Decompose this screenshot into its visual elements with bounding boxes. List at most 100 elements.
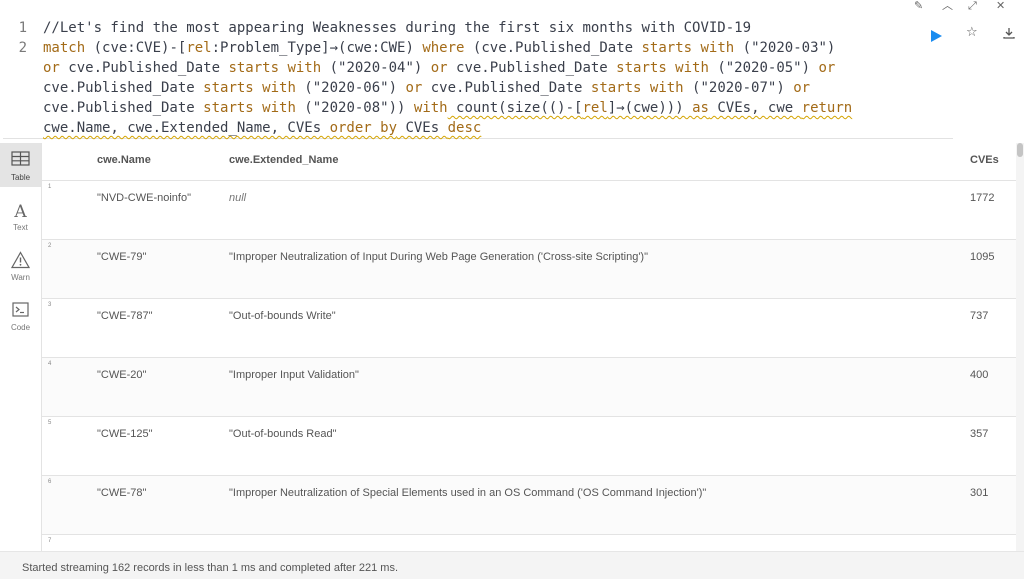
result-table: cwe.Name cwe.Extended_Name CVEs 1 "NVD-C… [42, 143, 1016, 551]
tok: (cve.Published_Date [464, 40, 642, 56]
fullscreen-icon[interactable]: ⤢ [968, 0, 977, 12]
column-header-cves[interactable]: CVEs [970, 154, 999, 166]
scrollbar-thumb[interactable] [1017, 143, 1023, 157]
close-icon[interactable]: ✕ [996, 0, 1005, 12]
kw: desc [447, 120, 482, 136]
row-index: 5 [48, 420, 52, 426]
code-icon [12, 302, 29, 317]
tok: ("2020-06") [295, 80, 406, 96]
tok: CVEs, cwe [708, 100, 802, 116]
row-index: 7 [48, 538, 52, 544]
cell-name: "CWE-79" [97, 251, 147, 263]
play-icon [931, 30, 942, 42]
view-tab-text[interactable]: A Text [0, 193, 41, 237]
kw: starts with [228, 60, 322, 76]
collapse-icon[interactable]: ︿ [942, 0, 953, 12]
tok: ]→(cwe))) [607, 100, 693, 116]
code-text: cwe.Name, cwe.Extended_Name, CVEs order … [43, 118, 481, 138]
view-tab-table[interactable]: Table [0, 143, 41, 187]
cell-name: "CWE-787" [97, 310, 153, 322]
tok: count(size(()-[ [447, 100, 583, 116]
table-icon [11, 151, 30, 166]
tok: :Problem_Type]→(cwe:CWE) [211, 40, 423, 56]
tok: ("2020-08")) [295, 100, 414, 116]
cell-extended-name: null [229, 192, 247, 204]
column-header-name[interactable]: cwe.Name [97, 154, 151, 166]
cell-extended-name: "Out-of-bounds Read" [229, 428, 337, 440]
star-icon: ☆ [966, 25, 978, 40]
status-bar: Started streaming 162 records in less th… [0, 551, 1024, 579]
pin-icon[interactable]: ✎ [914, 0, 923, 12]
row-index: 4 [48, 361, 52, 367]
table-row: 6 "CWE-78" "Improper Neutralization of S… [42, 476, 1016, 535]
view-tab-code[interactable]: Code [0, 293, 41, 337]
tok: ("2020-03") [734, 40, 836, 56]
tok: cve.Published_Date [43, 80, 204, 96]
text-icon: A [13, 202, 27, 221]
cell-cves: 400 [970, 369, 989, 381]
tok: cve.Published_Date [59, 60, 229, 76]
line-number: 1 [18, 20, 27, 36]
row-index: 1 [48, 184, 52, 190]
kw: starts with [616, 60, 709, 76]
cell-extended-name: "Improper Neutralization of Special Elem… [229, 487, 707, 499]
status-text: Started streaming 162 records in less th… [22, 562, 399, 574]
download-icon [1003, 28, 1015, 39]
column-header-extended-name[interactable]: cwe.Extended_Name [229, 154, 338, 166]
view-tab-label: Table [10, 173, 31, 182]
cell-cves: 1772 [970, 192, 995, 204]
kw: starts with [641, 40, 735, 56]
table-row: 5 "CWE-125" "Out-of-bounds Read" 357 [42, 417, 1016, 476]
frame-toolbar: ✎ ︿ ⤢ ✕ [904, 0, 1024, 14]
code-text: cve.Published_Date starts with ("2020-08… [43, 98, 852, 118]
cell-extended-name: "Out-of-bounds Write" [229, 310, 336, 322]
kw: where [422, 40, 465, 56]
code-text: cve.Published_Date starts with ("2020-06… [43, 78, 810, 98]
svg-text:A: A [13, 202, 27, 221]
tok: ("2020-05") [708, 60, 819, 76]
tok: ("2020-07") [683, 80, 794, 96]
kw: starts with [203, 80, 296, 96]
download-button[interactable] [1002, 26, 1016, 40]
kw: as [692, 100, 709, 116]
view-tab-warn[interactable]: Warn [0, 243, 41, 287]
kw: starts with [590, 80, 684, 96]
kw: rel [186, 40, 212, 56]
run-button[interactable] [929, 29, 943, 43]
code-text: match (cve:CVE)-[rel:Problem_Type]→(cwe:… [43, 38, 835, 58]
cell-cves: 1095 [970, 251, 995, 263]
kw: rel [582, 100, 608, 116]
cell-cves: 357 [970, 428, 989, 440]
tok: (cve:CVE)-[ [85, 40, 187, 56]
view-tab-label: Text [13, 223, 28, 232]
kw: or [405, 80, 423, 96]
favorite-button[interactable]: ☆ [966, 26, 980, 40]
table-scrollbar[interactable] [1016, 143, 1024, 551]
table-row: 3 "CWE-787" "Out-of-bounds Write" 737 [42, 299, 1016, 358]
kw: return [801, 100, 853, 116]
kw: or [430, 60, 448, 76]
cell-cves: 301 [970, 487, 989, 499]
kw: or [43, 60, 60, 76]
cell-cves: 737 [970, 310, 989, 322]
cell-extended-name: "Improper Input Validation" [229, 369, 359, 381]
row-index: 3 [48, 302, 52, 308]
kw: or [793, 80, 811, 96]
kw: with [413, 100, 448, 116]
query-editor[interactable]: 1 //Let's find the most appearing Weakne… [3, 14, 953, 139]
row-index: 2 [48, 243, 52, 249]
table-row: 1 "NVD-CWE-noinfo" null 1772 [42, 181, 1016, 240]
table-row: 4 "CWE-20" "Improper Input Validation" 4… [42, 358, 1016, 417]
cell-name: "CWE-20" [97, 369, 147, 381]
kw: starts with [203, 100, 296, 116]
warning-icon [11, 251, 30, 269]
tok: cve.Published_Date [422, 80, 591, 96]
code-text: or cve.Published_Date starts with ("2020… [43, 58, 835, 78]
view-tab-label: Warn [11, 273, 30, 282]
tok: cwe.Name, cwe.Extended_Name, CVEs [43, 120, 330, 136]
comment-text: //Let's find the most appearing Weakness… [43, 20, 752, 36]
cell-extended-name: "Improper Neutralization of Input During… [229, 251, 648, 263]
kw: match [43, 40, 86, 56]
tok: cve.Published_Date [43, 100, 204, 116]
cell-name: "CWE-78" [97, 487, 147, 499]
